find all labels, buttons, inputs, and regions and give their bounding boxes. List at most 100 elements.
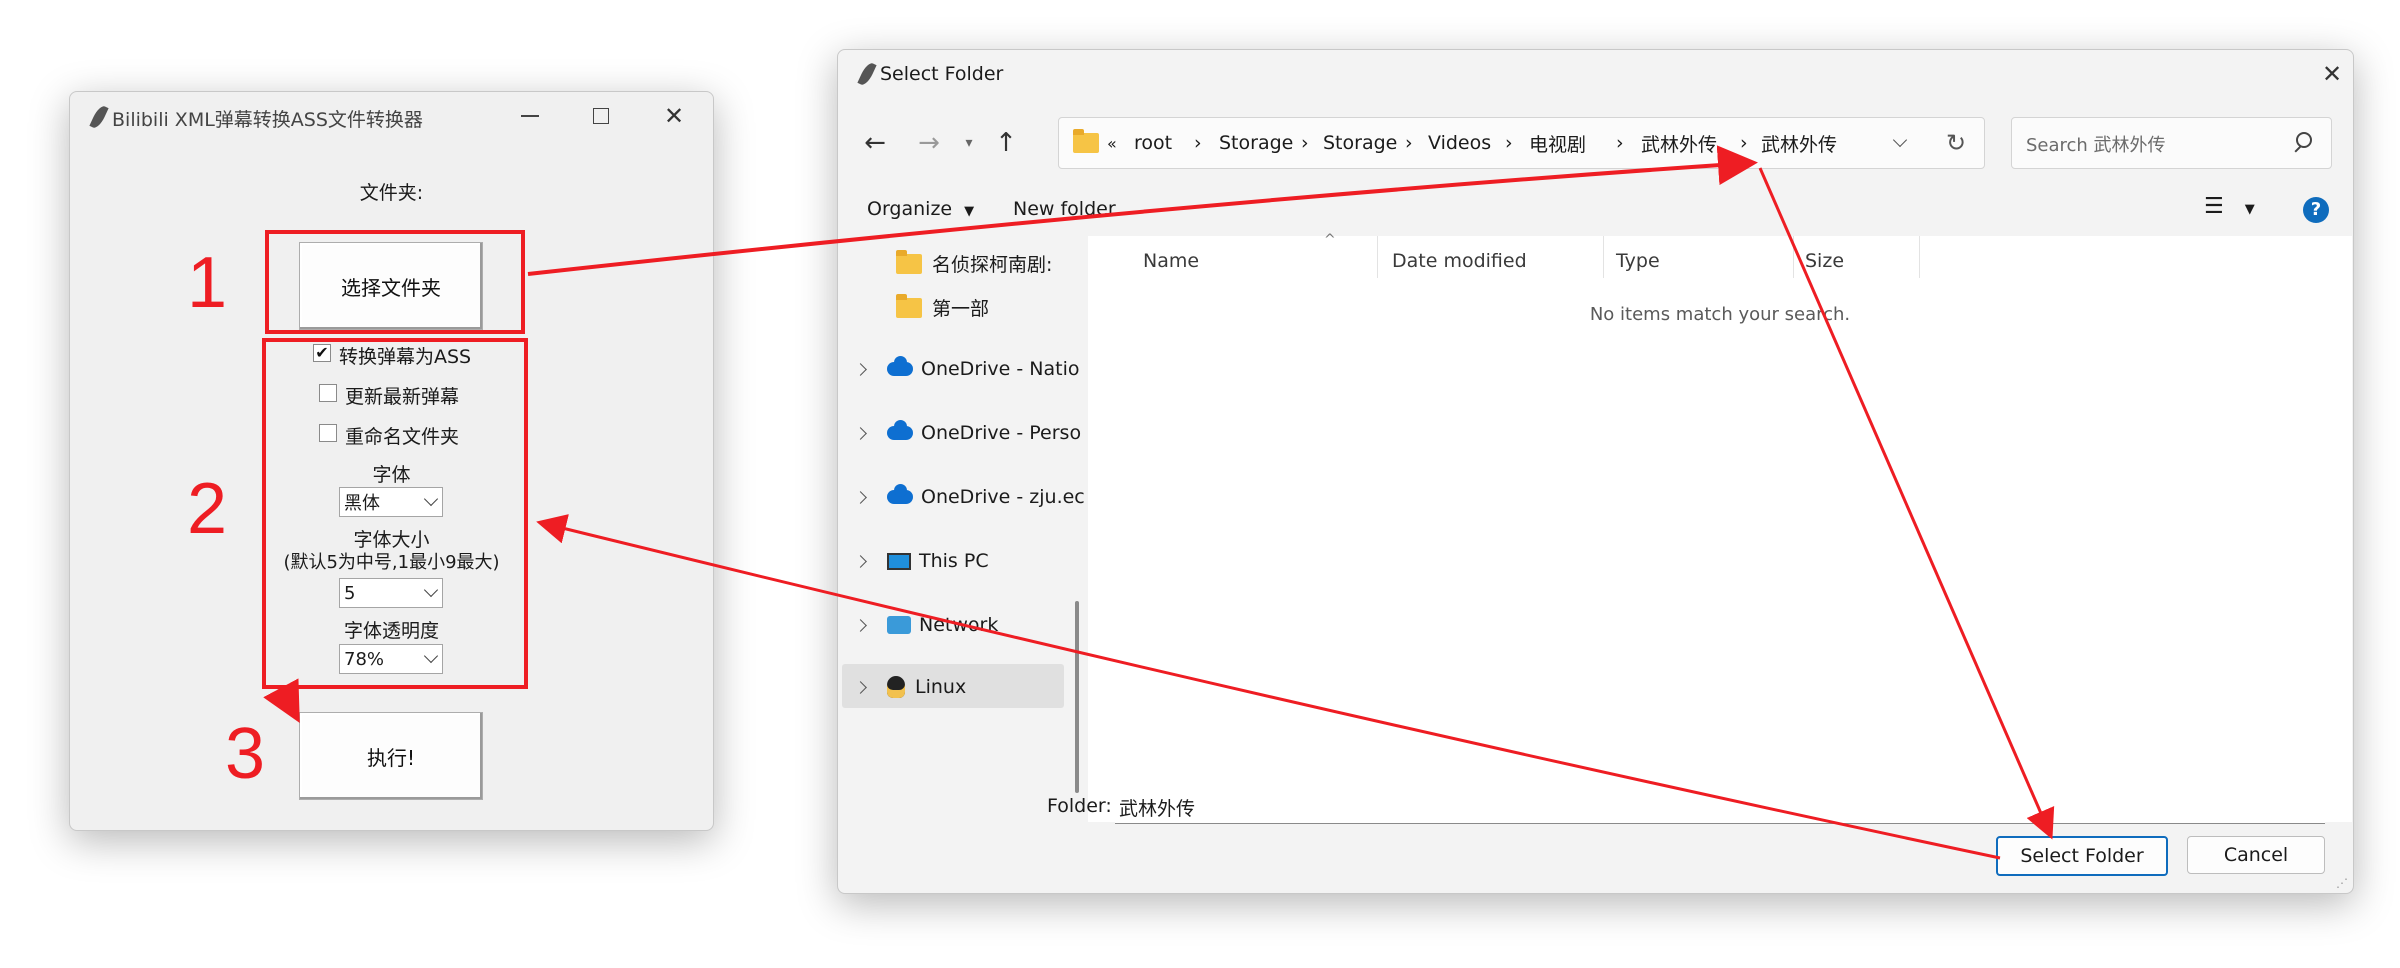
refresh-icon[interactable]: ↻ (1939, 126, 1973, 160)
breadcrumb-videos[interactable]: Videos (1428, 118, 1491, 168)
nav-item-label: This PC (919, 550, 989, 572)
column-divider (1603, 236, 1604, 278)
run-button[interactable]: 执行! (299, 712, 483, 800)
breadcrumb-separator: › (1740, 132, 1748, 154)
chevron-down-icon: ▼ (2244, 202, 2255, 217)
step2-number: 2 (187, 469, 228, 549)
nav-item-onedrive-perso[interactable]: OneDrive - Perso (854, 420, 1082, 444)
resize-grip-icon[interactable]: ⋰ (2336, 876, 2348, 890)
nav-scrollbar[interactable] (1075, 601, 1079, 793)
folder-field-label: Folder: (1047, 795, 1112, 817)
column-name[interactable]: Name (1143, 250, 1199, 272)
search-icon-handle (2294, 145, 2302, 153)
search-input[interactable]: Search 武林外传 (2026, 131, 2166, 157)
select-folder-dialog: Select Folder ✕ ← → ▾ ↑ « root › Storage… (837, 49, 2354, 894)
converter-title: Bilibili XML弹幕转换ASS文件转换器 (112, 109, 423, 131)
new-folder-button[interactable]: New folder (1013, 198, 1116, 220)
column-type[interactable]: Type (1616, 250, 1660, 272)
folder-label: 文件夹: (359, 182, 424, 204)
organize-menu[interactable]: Organize ▼ (867, 198, 974, 220)
step3-number: 3 (225, 714, 266, 794)
back-arrow-icon[interactable]: ← (858, 126, 892, 160)
navigation-pane: 名侦探柯南剧: 第一部 OneDrive - Natio OneDrive - … (838, 236, 1086, 820)
nav-item-label: Linux (915, 676, 967, 698)
feather-icon (89, 104, 109, 130)
nav-item-network[interactable]: Network (854, 614, 999, 636)
folder-icon (1073, 129, 1109, 157)
network-icon (887, 616, 911, 634)
nav-item-onedrive-zju[interactable]: OneDrive - zju.ec (854, 484, 1085, 508)
nav-item-part-one[interactable]: 第一部 (896, 293, 990, 321)
breadcrumb-separator: › (1301, 132, 1309, 154)
maximize-icon[interactable] (581, 98, 621, 134)
breadcrumb-separator: › (1505, 132, 1513, 154)
breadcrumb-wulin-1[interactable]: 武林外传 (1641, 118, 1717, 168)
sort-ascending-icon: ^ (1324, 232, 1336, 248)
nav-item-conan[interactable]: 名侦探柯南剧: (896, 249, 1053, 277)
column-date-modified[interactable]: Date modified (1392, 250, 1527, 272)
nav-item-label: Network (919, 614, 999, 636)
chevron-right-icon[interactable] (854, 426, 867, 440)
breadcrumb-storage-1[interactable]: Storage (1219, 118, 1293, 168)
up-arrow-icon[interactable]: ↑ (989, 126, 1023, 160)
address-bar[interactable]: « root › Storage › Storage › Videos › 电视… (1058, 117, 1985, 169)
step1-highlight-box (265, 230, 525, 334)
folder-icon (896, 293, 922, 318)
cancel-button[interactable]: Cancel (2187, 836, 2325, 874)
onedrive-icon (887, 420, 913, 440)
nav-item-onedrive-natio[interactable]: OneDrive - Natio (854, 356, 1080, 380)
step2-highlight-box (262, 338, 528, 689)
onedrive-icon (887, 484, 913, 504)
recent-locations-icon[interactable]: ▾ (958, 130, 980, 156)
column-divider (1919, 236, 1920, 278)
close-icon[interactable]: ✕ (654, 98, 694, 134)
nav-item-label: OneDrive - Natio (921, 358, 1080, 380)
step1-number: 1 (187, 243, 228, 323)
file-list-pane: ^ Name Date modified Type Size No items … (1088, 232, 2352, 822)
breadcrumb-wulin-2[interactable]: 武林外传 (1761, 118, 1837, 168)
column-divider (1793, 236, 1794, 278)
onedrive-icon (887, 356, 913, 376)
chevron-right-icon[interactable] (854, 490, 867, 504)
breadcrumb-storage-2[interactable]: Storage (1323, 118, 1397, 168)
column-size[interactable]: Size (1805, 250, 1844, 272)
nav-item-label: 第一部 (932, 298, 990, 320)
empty-message: No items match your search. (1589, 304, 1851, 325)
nav-item-linux[interactable]: Linux (854, 676, 967, 698)
forward-arrow-icon[interactable]: → (912, 126, 946, 160)
column-divider (1377, 236, 1378, 278)
chevron-right-icon[interactable] (854, 362, 867, 376)
minimize-icon[interactable] (510, 98, 550, 134)
breadcrumb-root[interactable]: root (1134, 118, 1172, 168)
chevron-right-icon[interactable] (854, 618, 867, 632)
breadcrumb-tv-series[interactable]: 电视剧 (1529, 118, 1586, 168)
feather-icon (857, 61, 877, 87)
folder-field-value: 武林外传 (1119, 798, 1196, 820)
monitor-icon (887, 552, 911, 570)
nav-item-label: 名侦探柯南剧: (932, 254, 1053, 276)
search-box[interactable]: Search 武林外传 (2011, 117, 2332, 169)
dialog-titlebar: Select Folder ✕ (838, 50, 2353, 100)
folder-icon (896, 249, 922, 274)
nav-item-label: OneDrive - Perso (921, 422, 1082, 444)
view-options-menu[interactable]: ☰ ▼ (2204, 194, 2255, 219)
chevron-right-icon[interactable] (854, 554, 867, 568)
folder-field[interactable]: 武林外传 (1115, 790, 2325, 824)
breadcrumb-separator: › (1194, 132, 1202, 154)
organize-label: Organize (867, 198, 953, 220)
breadcrumb-separator: › (1405, 132, 1413, 154)
select-folder-confirm-button[interactable]: Select Folder (1996, 836, 2168, 876)
converter-titlebar: Bilibili XML弹幕转换ASS文件转换器 ✕ (70, 92, 713, 142)
linux-penguin-icon (887, 676, 905, 698)
help-icon[interactable]: ? (2303, 197, 2329, 223)
address-dropdown-chevron-icon[interactable] (1892, 132, 1908, 148)
breadcrumb-separator: › (1616, 132, 1624, 154)
chevron-right-icon[interactable] (854, 680, 867, 694)
dialog-title: Select Folder (880, 63, 1004, 85)
nav-item-this-pc[interactable]: This PC (854, 550, 989, 572)
chevron-down-icon: ▼ (964, 204, 975, 219)
breadcrumb-prefix[interactable]: « (1107, 118, 1117, 168)
list-view-icon: ☰ (2204, 194, 2224, 219)
nav-item-label: OneDrive - zju.ec (921, 486, 1085, 508)
dialog-close-icon[interactable]: ✕ (2314, 56, 2350, 92)
